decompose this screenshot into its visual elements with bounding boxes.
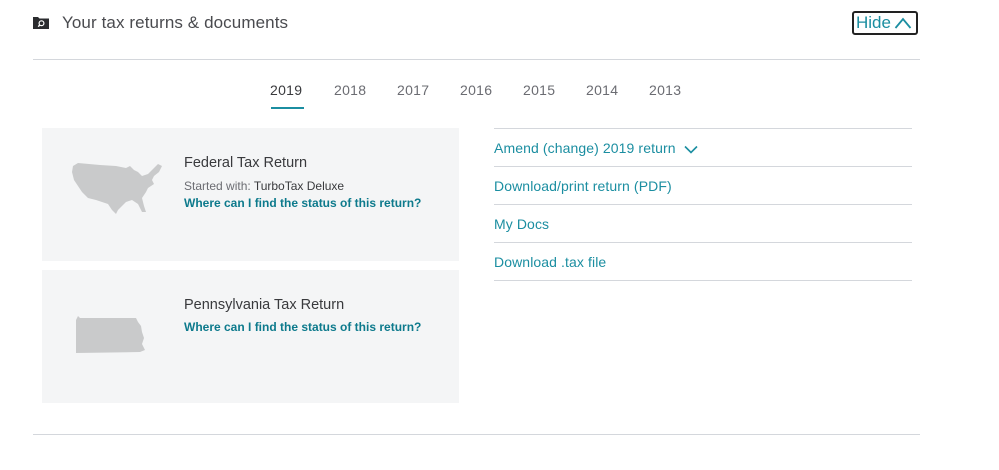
download-print-pdf-link[interactable]: Download/print return (PDF) — [494, 167, 912, 205]
state-status-link[interactable]: Where can I find the status of this retu… — [184, 320, 421, 334]
tab-label: 2017 — [397, 82, 430, 98]
my-docs-link[interactable]: My Docs — [494, 205, 912, 243]
started-with-text: Started with: TurboTax Deluxe — [184, 179, 344, 193]
download-tax-label: Download .tax file — [494, 253, 607, 270]
tab-label: 2013 — [649, 82, 682, 98]
tab-2013[interactable]: 2013 — [649, 82, 681, 98]
tab-label: 2019 — [270, 82, 303, 98]
header-divider — [33, 59, 920, 60]
tab-2016[interactable]: 2016 — [460, 82, 492, 98]
tab-2019[interactable]: 2019 — [270, 82, 304, 109]
chevron-down-icon — [684, 141, 698, 157]
active-tab-indicator — [271, 107, 304, 109]
section-header: Your tax returns & documents Hide — [0, 0, 999, 60]
tab-2015[interactable]: 2015 — [523, 82, 555, 98]
chevron-up-icon — [894, 16, 912, 35]
tab-label: 2016 — [460, 82, 493, 98]
document-search-icon — [33, 16, 49, 29]
download-pdf-label: Download/print return (PDF) — [494, 177, 672, 194]
hide-button[interactable]: Hide — [852, 11, 918, 35]
state-return-title: Pennsylvania Tax Return — [184, 297, 345, 313]
pennsylvania-map-icon — [74, 314, 146, 359]
hide-button-label: Hide — [856, 13, 891, 32]
amend-return-dropdown[interactable]: Amend (change) 2019 return — [494, 129, 912, 167]
state-return-card: Pennsylvania Tax Return Where can I find… — [42, 270, 459, 403]
federal-return-title: Federal Tax Return — [184, 155, 308, 171]
product-name: TurboTax Deluxe — [253, 179, 345, 193]
year-tabs: 2019 2018 2017 2016 2015 2014 2013 — [0, 82, 999, 114]
federal-return-card: Federal Tax Return Started with: TurboTa… — [42, 128, 459, 261]
section-title: Your tax returns & documents — [62, 13, 289, 32]
download-tax-file-link[interactable]: Download .tax file — [494, 243, 912, 281]
section-bottom-divider — [33, 434, 920, 435]
tab-label: 2015 — [523, 82, 556, 98]
tab-2018[interactable]: 2018 — [334, 82, 366, 98]
tab-label: 2014 — [586, 82, 619, 98]
tab-2014[interactable]: 2014 — [586, 82, 618, 98]
federal-status-link[interactable]: Where can I find the status of this retu… — [184, 196, 421, 210]
started-with-label: Started with: — [184, 179, 251, 193]
tab-2017[interactable]: 2017 — [397, 82, 429, 98]
usa-map-icon — [70, 160, 164, 221]
tab-label: 2018 — [334, 82, 367, 98]
my-docs-label: My Docs — [494, 215, 550, 232]
return-actions-list: Amend (change) 2019 return Download/prin… — [494, 128, 912, 281]
amend-return-label: Amend (change) 2019 return — [494, 139, 676, 156]
